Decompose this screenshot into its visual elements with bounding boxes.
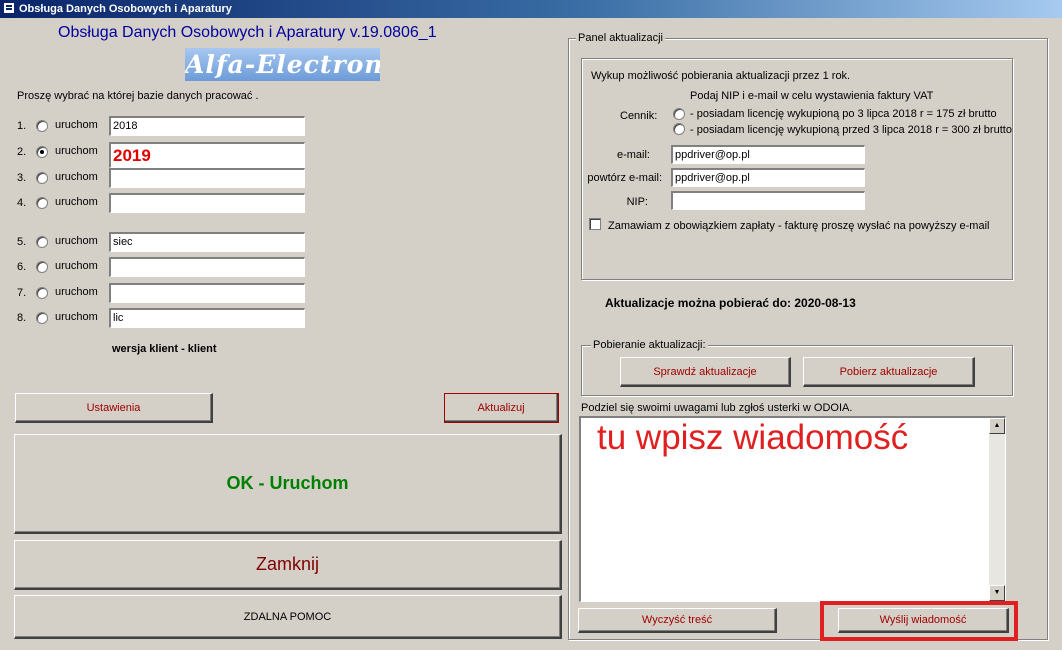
app-icon [3,2,15,14]
database-row-number: 8. [17,312,27,324]
check-updates-button[interactable]: Sprawdź aktualizacje [620,357,791,387]
database-run-label: uruchom [55,119,98,131]
app-heading: Obsługa Danych Osobowych i Aparatury v.1… [58,24,437,41]
price-label: Cennik: [620,110,658,122]
database-run-label: uruchom [55,171,98,183]
title-bar[interactable]: Obsługa Danych Osobowych i Aparatury [0,0,1062,18]
download-updates-button[interactable]: Pobierz aktualizacje [803,357,975,387]
scroll-up-icon[interactable]: ▲ [989,418,1005,434]
database-name-value: lic [113,312,124,324]
email-repeat-field[interactable]: ppdriver@op.pl [671,168,865,187]
ok-run-button[interactable]: OK - Uruchom [14,434,562,534]
database-radio[interactable] [36,236,48,248]
database-radio[interactable] [36,120,48,132]
order-checkbox-label: Zamawiam z obowiązkiem zapłaty - fakturę… [608,220,990,232]
database-row-number: 3. [17,172,27,184]
close-button[interactable]: Zamknij [14,540,562,590]
nip-info: Podaj NIP i e-mail w celu wystawienia fa… [690,90,934,102]
database-name-field[interactable] [109,283,305,303]
database-run-label: uruchom [55,196,98,208]
scroll-down-icon[interactable]: ▼ [989,585,1005,601]
database-name-value: siec [113,236,133,248]
price-option-2-label: - posiadam licencję wykupioną przed 3 li… [690,124,1012,136]
feedback-textarea[interactable]: tu wpisz wiadomość ▲ ▼ [579,416,1006,602]
order-checkbox[interactable] [589,218,601,230]
database-name-field[interactable] [109,257,305,277]
price-option-1-radio[interactable] [673,108,685,120]
email-repeat-label: powtórz e-mail: [587,172,662,184]
database-name-field[interactable]: 2019 [109,142,305,168]
valid-until: Aktualizacje można pobierać do: 2020-08-… [605,296,856,310]
clear-message-button[interactable]: Wyczyść treść [578,608,777,633]
database-name-field[interactable]: siec [109,232,305,252]
database-row-number: 5. [17,236,27,248]
database-run-label: uruchom [55,311,98,323]
database-run-label: uruchom [55,145,98,157]
database-radio[interactable] [36,172,48,184]
send-button-highlight [820,601,1018,641]
window-title: Obsługa Danych Osobowych i Aparatury [19,3,232,15]
purchase-info: Wykup możliwość pobierania aktualizacji … [591,70,851,82]
database-name-field[interactable] [109,193,305,213]
database-row-number: 4. [17,197,27,209]
remote-help-button[interactable]: ZDALNA POMOC [14,595,562,639]
database-prompt: Proszę wybrać na której bazie danych pra… [17,90,259,102]
price-option-2-radio[interactable] [673,123,685,135]
database-name-field[interactable]: lic [109,308,305,328]
version-label: wersja klient - klient [112,343,217,355]
email-field[interactable]: ppdriver@op.pl [671,145,865,164]
database-radio[interactable] [36,197,48,209]
email-label: e-mail: [616,149,650,161]
database-name-field[interactable] [109,168,305,188]
update-panel-title: Panel aktualizacji [576,32,665,44]
database-run-label: uruchom [55,286,98,298]
download-group-title: Pobieranie aktualizacji: [591,339,708,351]
feedback-label: Podziel się swoimi uwagami lub zgłoś ust… [581,402,853,414]
update-button[interactable]: Aktualizuj [444,393,559,423]
nip-field[interactable] [671,191,865,210]
database-radio[interactable] [36,261,48,273]
company-logo: Alfa-Electronics [185,48,380,81]
database-name-field[interactable]: 2018 [109,116,305,136]
database-name-value: 2018 [113,120,138,132]
settings-button[interactable]: Ustawienia [15,393,213,423]
database-radio[interactable] [36,287,48,299]
feedback-scrollbar[interactable]: ▲ ▼ [989,418,1005,601]
database-run-label: uruchom [55,235,98,247]
database-row-number: 2. [17,146,27,158]
feedback-message-text: tu wpisz wiadomość [597,418,909,457]
database-radio[interactable] [36,312,48,324]
database-row-number: 1. [17,120,27,132]
price-option-1-label: - posiadam licencję wykupioną po 3 lipca… [690,108,997,120]
database-run-label: uruchom [55,260,98,272]
database-radio[interactable] [36,146,48,158]
database-row-number: 6. [17,261,27,273]
database-name-value: 2019 [113,146,151,165]
database-row-number: 7. [17,287,27,299]
nip-label: NIP: [626,196,648,208]
